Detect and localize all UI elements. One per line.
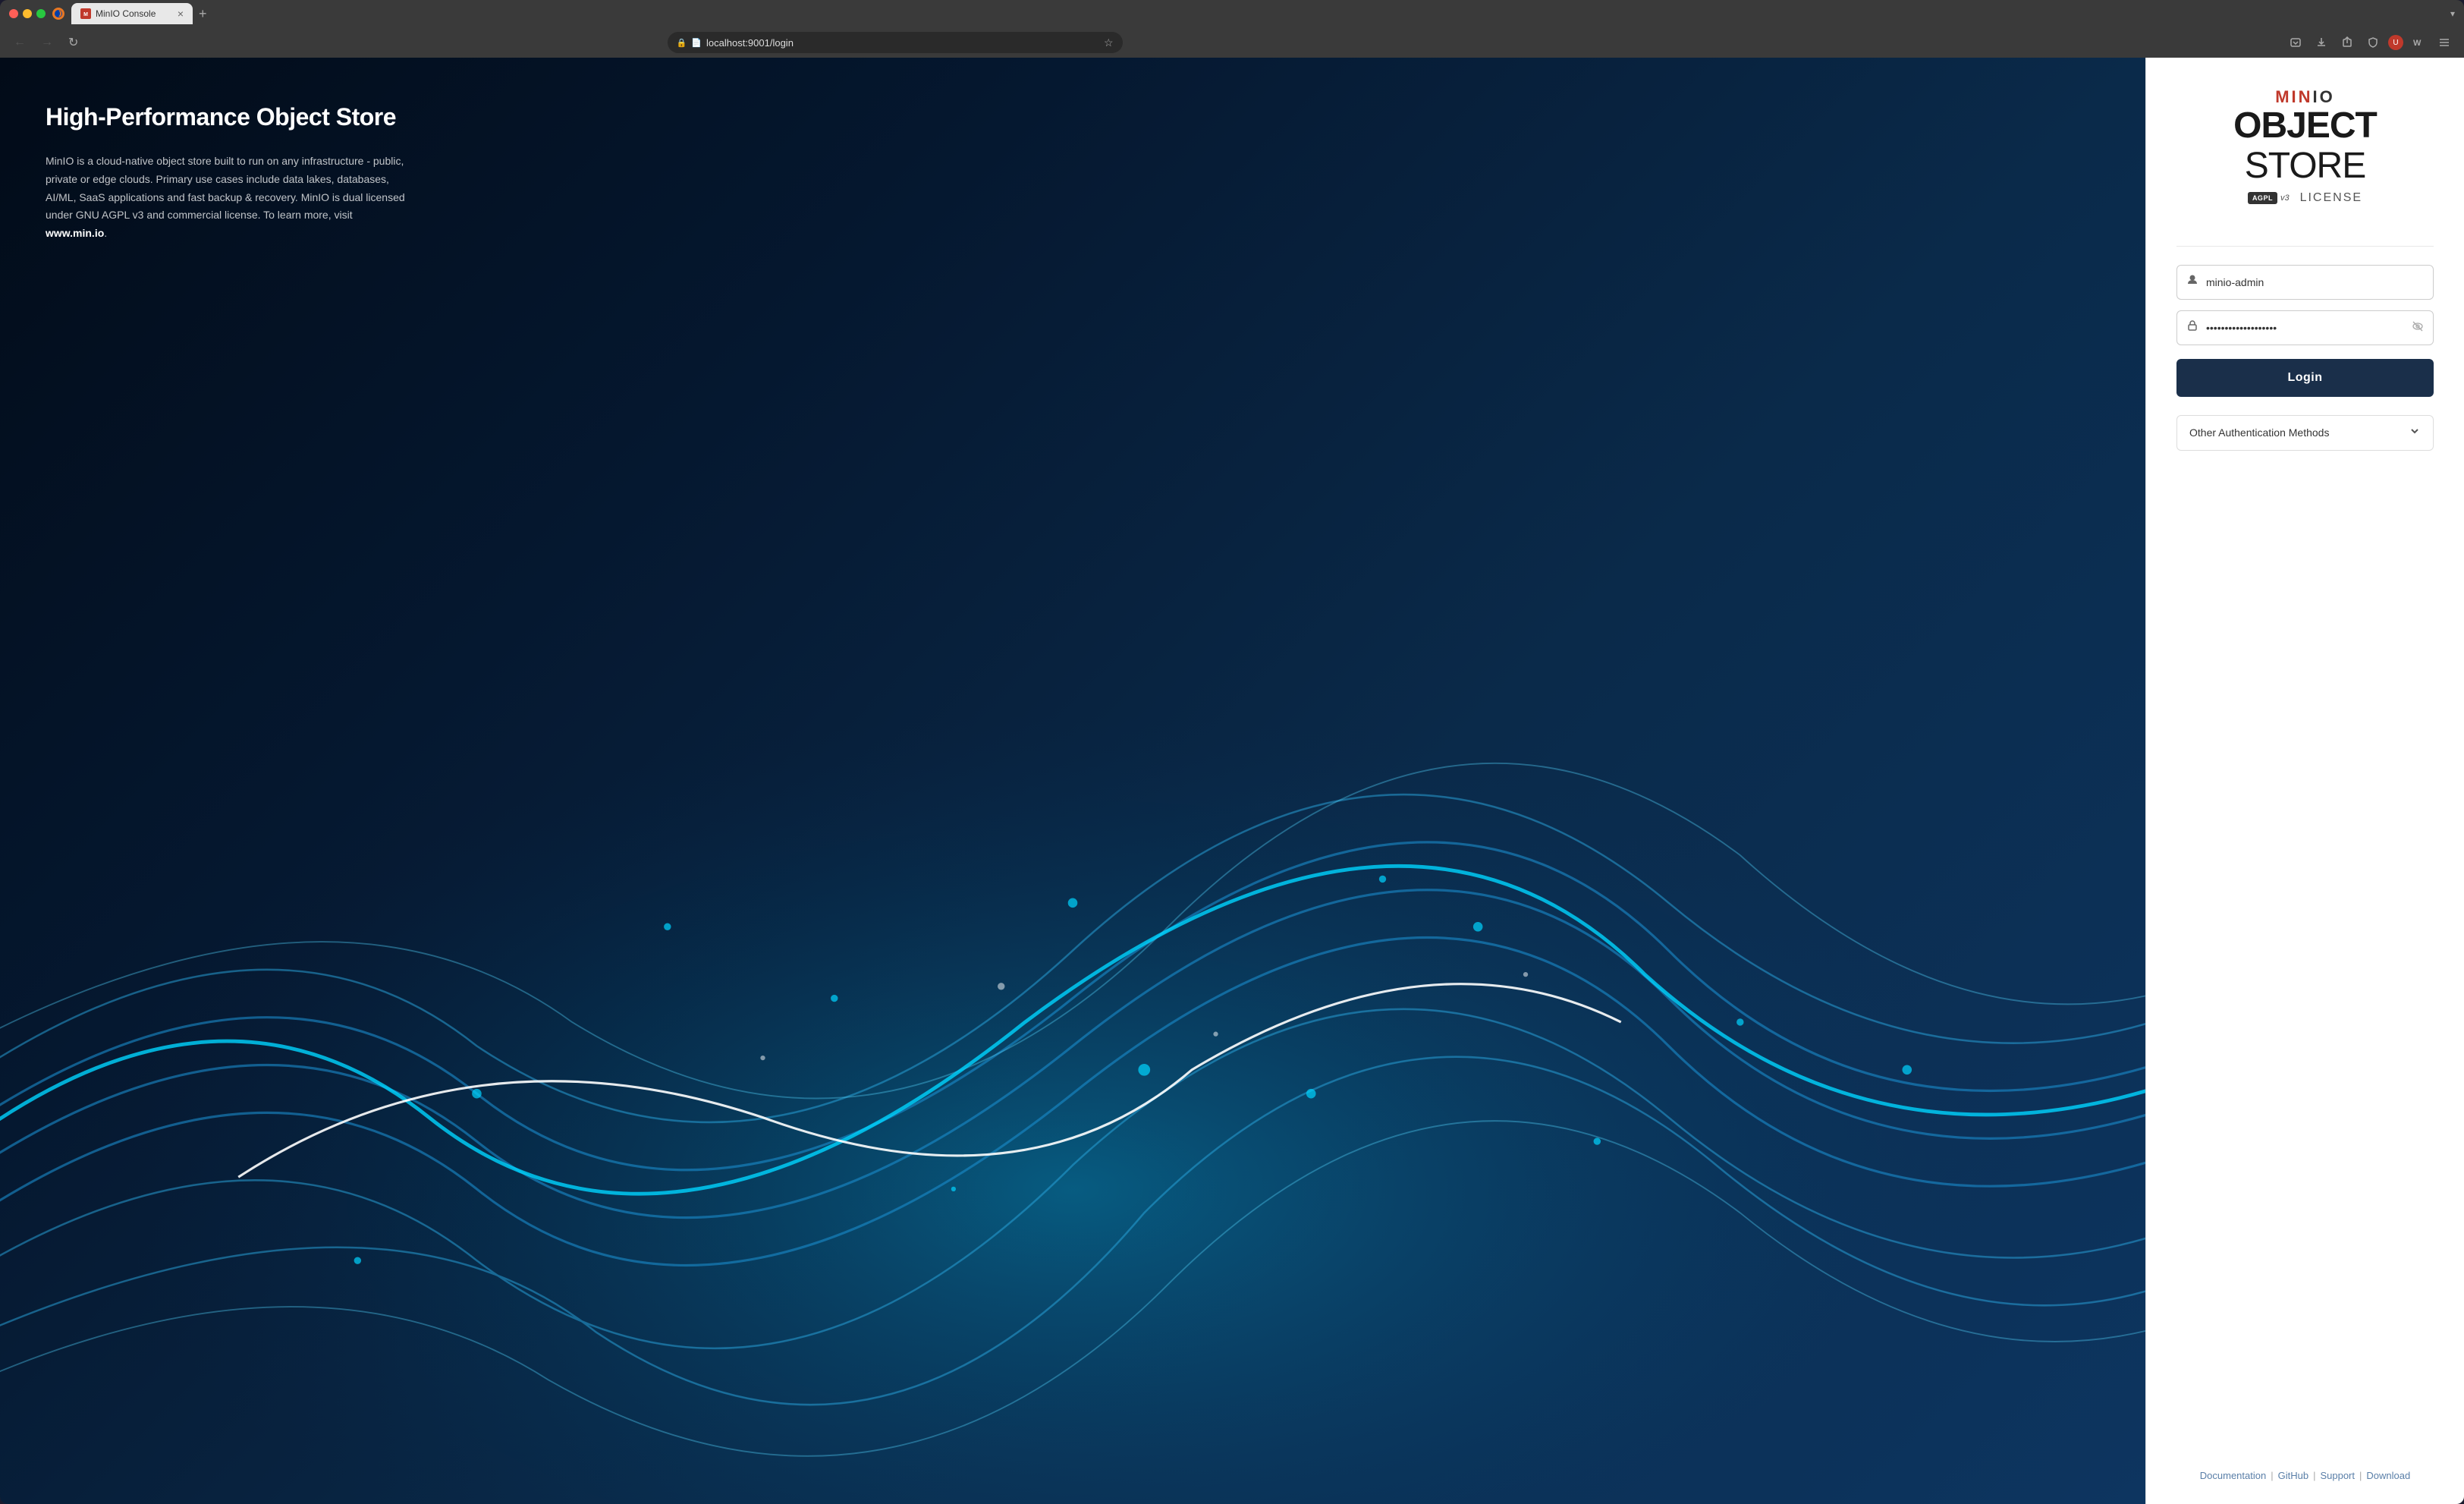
login-form: Login (2176, 265, 2434, 397)
hero-panel: High-Performance Object Store MinIO is a… (0, 58, 2145, 1504)
hero-text: High-Performance Object Store MinIO is a… (46, 103, 2115, 243)
wordmark-button[interactable]: W (2408, 32, 2429, 53)
pocket-button[interactable] (2285, 32, 2306, 53)
support-link[interactable]: Support (2320, 1470, 2355, 1481)
agpl-logo: AGPL (2248, 192, 2277, 204)
menu-button[interactable] (2434, 32, 2455, 53)
agpl-version: v3 (2280, 194, 2290, 203)
svg-text:W: W (2413, 39, 2422, 48)
hero-headline: High-Performance Object Store (46, 103, 2115, 131)
password-input[interactable] (2206, 322, 2404, 334)
brand-name: MINIO (2176, 88, 2434, 106)
tab-bar: M MinIO Console × + (71, 3, 2444, 24)
svg-text:M: M (83, 12, 88, 17)
hero-body: MinIO is a cloud-native object store bui… (46, 153, 410, 243)
back-button[interactable]: ← (9, 33, 30, 52)
url-input[interactable] (706, 37, 1099, 49)
github-link[interactable]: GitHub (2278, 1470, 2308, 1481)
maximize-button[interactable] (36, 9, 46, 18)
brand-store: STORE (2245, 146, 2365, 186)
security-icon: 🔒 (677, 38, 687, 48)
firefox-icon (52, 7, 65, 20)
logo-divider (2176, 246, 2434, 247)
new-tab-button[interactable]: + (193, 7, 213, 20)
forward-button[interactable]: → (36, 33, 58, 52)
login-button[interactable]: Login (2176, 359, 2434, 397)
sep-2: | (2313, 1470, 2315, 1481)
user-icon (2186, 274, 2198, 290)
refresh-button[interactable]: ↻ (64, 32, 83, 53)
logo-section: MINIO OBJECT STORE AGPL v3 LICENSE (2176, 88, 2434, 205)
sep-1: | (2271, 1470, 2273, 1481)
active-tab[interactable]: M MinIO Console × (71, 3, 193, 24)
brand-io: IO (2313, 87, 2335, 106)
sep-3: | (2359, 1470, 2362, 1481)
hero-link[interactable]: www.min.io (46, 227, 104, 239)
footer-links: Documentation | GitHub | Support | Downl… (2200, 1447, 2410, 1481)
download-link[interactable]: Download (2366, 1470, 2410, 1481)
auth-chevron-icon (2409, 425, 2421, 441)
brand-tagline: OBJECT STORE (2176, 106, 2434, 187)
nav-bar: ← → ↻ 🔒 📄 ☆ U W (0, 27, 2464, 58)
other-auth-label: Other Authentication Methods (2189, 426, 2329, 439)
password-wrapper (2176, 310, 2434, 345)
tab-dropdown-button[interactable]: ▾ (2450, 8, 2455, 19)
show-password-icon[interactable] (2412, 320, 2424, 335)
user-avatar[interactable]: U (2388, 35, 2403, 50)
traffic-lights (9, 9, 46, 18)
username-wrapper (2176, 265, 2434, 300)
brand-min: MIN (2275, 87, 2312, 106)
wave-container (0, 636, 2145, 1504)
tab-favicon: M (80, 8, 91, 19)
address-bar: 🔒 📄 ☆ (668, 32, 1123, 53)
username-input[interactable] (2206, 276, 2424, 288)
download-button[interactable] (2311, 32, 2332, 53)
agpl-badge: AGPL v3 LICENSE (2176, 191, 2434, 205)
page-icon: 📄 (691, 38, 702, 48)
share-button[interactable] (2337, 32, 2358, 53)
browser-content: High-Performance Object Store MinIO is a… (0, 58, 2464, 1504)
shield-button[interactable] (2362, 32, 2384, 53)
nav-toolbar: U W (2285, 32, 2455, 53)
bookmark-icon[interactable]: ☆ (1104, 36, 1114, 49)
brand-object: OBJECT (2233, 105, 2377, 146)
license-label: LICENSE (2300, 191, 2362, 205)
tab-close-button[interactable]: × (178, 8, 184, 19)
title-bar: M MinIO Console × + ▾ (0, 0, 2464, 27)
lock-icon (2186, 319, 2198, 335)
documentation-link[interactable]: Documentation (2200, 1470, 2266, 1481)
tab-title: MinIO Console (96, 8, 156, 19)
browser-window: M MinIO Console × + ▾ ← → ↻ 🔒 📄 ☆ (0, 0, 2464, 1504)
close-button[interactable] (9, 9, 18, 18)
other-auth-methods[interactable]: Other Authentication Methods (2176, 415, 2434, 451)
login-panel: MINIO OBJECT STORE AGPL v3 LICENSE (2145, 58, 2464, 1504)
minimize-button[interactable] (23, 9, 32, 18)
